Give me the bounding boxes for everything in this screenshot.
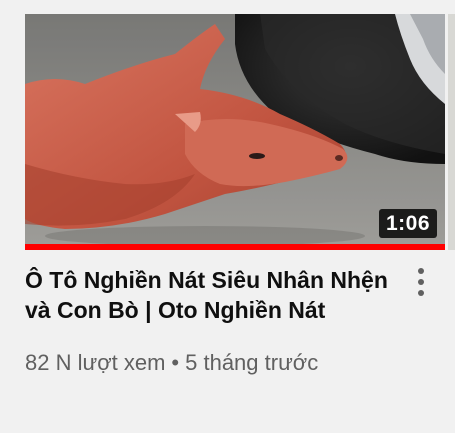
watch-progress-bar bbox=[25, 244, 445, 250]
meta-separator: • bbox=[171, 350, 180, 375]
duration-badge: 1:06 bbox=[378, 209, 437, 238]
more-vert-icon[interactable] bbox=[408, 264, 434, 300]
view-count: 82 N lượt xem bbox=[25, 350, 166, 375]
video-card: 1:06 Ô Tô Nghiền Nát Siêu Nhân Nhện và C… bbox=[0, 0, 455, 433]
video-title[interactable]: Ô Tô Nghiền Nát Siêu Nhân Nhện và Con Bò… bbox=[25, 265, 395, 325]
duration-text: 1:06 bbox=[385, 212, 430, 235]
watch-progress-fill bbox=[25, 244, 445, 250]
video-thumbnail[interactable]: 1:06 bbox=[25, 14, 445, 250]
menu-dot bbox=[418, 279, 424, 285]
upload-age: 5 tháng trước bbox=[185, 350, 319, 375]
video-metadata: 82 N lượt xem • 5 tháng trước bbox=[25, 350, 318, 376]
menu-dot bbox=[418, 290, 424, 296]
next-thumbnail-edge bbox=[448, 14, 455, 250]
menu-dot bbox=[418, 268, 424, 274]
